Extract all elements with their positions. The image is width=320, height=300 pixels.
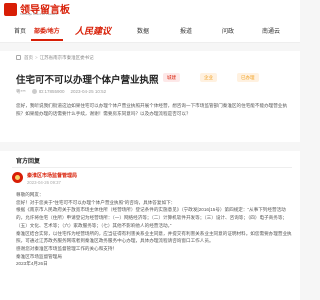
reply-body: 尊敬的网友： 您好！对于您关于“住宅可不可以办理个体户营业执照”的咨询，具体答复… [16, 191, 294, 268]
user-name: 粤*** [16, 89, 26, 94]
id-icon [31, 89, 37, 95]
nav-item-inquiry[interactable]: 问政 [222, 26, 234, 35]
question-card: 住宅可不可以办理个体户营业执照 城建 企业 已办理 粤*** ID:1785590… [0, 65, 300, 142]
status-badge: 已办理 [237, 73, 259, 82]
reply-org-name: 秦淮区市场监督管理局 [27, 173, 78, 179]
nav-item-reports[interactable]: 报道 [180, 26, 192, 35]
reply-date: 2023年4月26日 [16, 261, 48, 267]
logo-subtitle: Message Board for Leaders [20, 12, 58, 16]
question-body: 您好，我听说我们街道这边如果住宅可以办理个体户营业执照开展个体经营，想咨询一下市… [16, 103, 288, 116]
breadcrumb-home[interactable]: 首页 [24, 55, 33, 60]
breadcrumb-separator: > [35, 55, 38, 60]
tag-category: 城建 [163, 73, 180, 82]
question-meta: 粤*** ID:17855900 2023-04-25 10:52 [16, 89, 112, 95]
reply-paragraph: 您好！对于您关于“住宅可不可以办理个体户营业执照”的咨询，具体答复如下： [16, 199, 176, 205]
reply-section-title: 官方回复 [16, 159, 41, 165]
official-reply-section: 官方回复 秦淮区市场监督管理局 2023-04-26 09:37 尊敬的网友： … [0, 151, 300, 300]
spacer [0, 43, 300, 51]
reply-paragraph: 根据《南京市人民政府关于放宽市场主体住所（经营场所）登记条件的实施意见》（宁政发… [16, 207, 288, 228]
reply-time: 2023-04-26 09:37 [27, 180, 61, 185]
question-id: ID:17855900 [38, 89, 65, 94]
reply-paragraph: 秦淮区结合实际，以住宅作为经营场所的，应当征得有利害关系业主同意，并提交有利害关… [16, 230, 292, 244]
breadcrumb-current[interactable]: 江苏省南京市秦淮区委书记 [40, 55, 94, 60]
nav-item-home[interactable]: 首页 [14, 26, 26, 35]
divider [12, 167, 292, 168]
top-bar: 领导留言板 Message Board for Leaders [0, 0, 300, 20]
question-title: 住宅可不可以办理个体户营业执照 [16, 75, 159, 86]
emblem-icon [12, 172, 23, 183]
nav-item-ministries-local[interactable]: 部委/地方 [34, 26, 60, 35]
reply-paragraph: 感谢您对秦淮区市场监督管理工作的关心和支持！ [16, 245, 118, 251]
home-icon[interactable] [16, 55, 21, 60]
logo-icon[interactable] [4, 3, 17, 16]
main-nav: 首页 部委/地方 人民建议 数据 报道 问政 南通云 [0, 20, 300, 43]
nav-item-data[interactable]: 数据 [137, 26, 149, 35]
tag-type: 企业 [200, 73, 217, 82]
reply-signature: 秦淮区市场监督管理局 [16, 253, 62, 259]
nav-item-nantong-cloud[interactable]: 南通云 [262, 26, 280, 35]
reply-paragraph: 尊敬的网友： [16, 192, 44, 197]
breadcrumb: 首页 > 江苏省南京市秦淮区委书记 [0, 51, 300, 65]
spacer [0, 142, 300, 151]
question-date: 2023-04-25 10:52 [70, 89, 107, 94]
active-nav-indicator [31, 39, 63, 41]
nav-item-people-suggestion[interactable]: 人民建议 [75, 24, 111, 37]
